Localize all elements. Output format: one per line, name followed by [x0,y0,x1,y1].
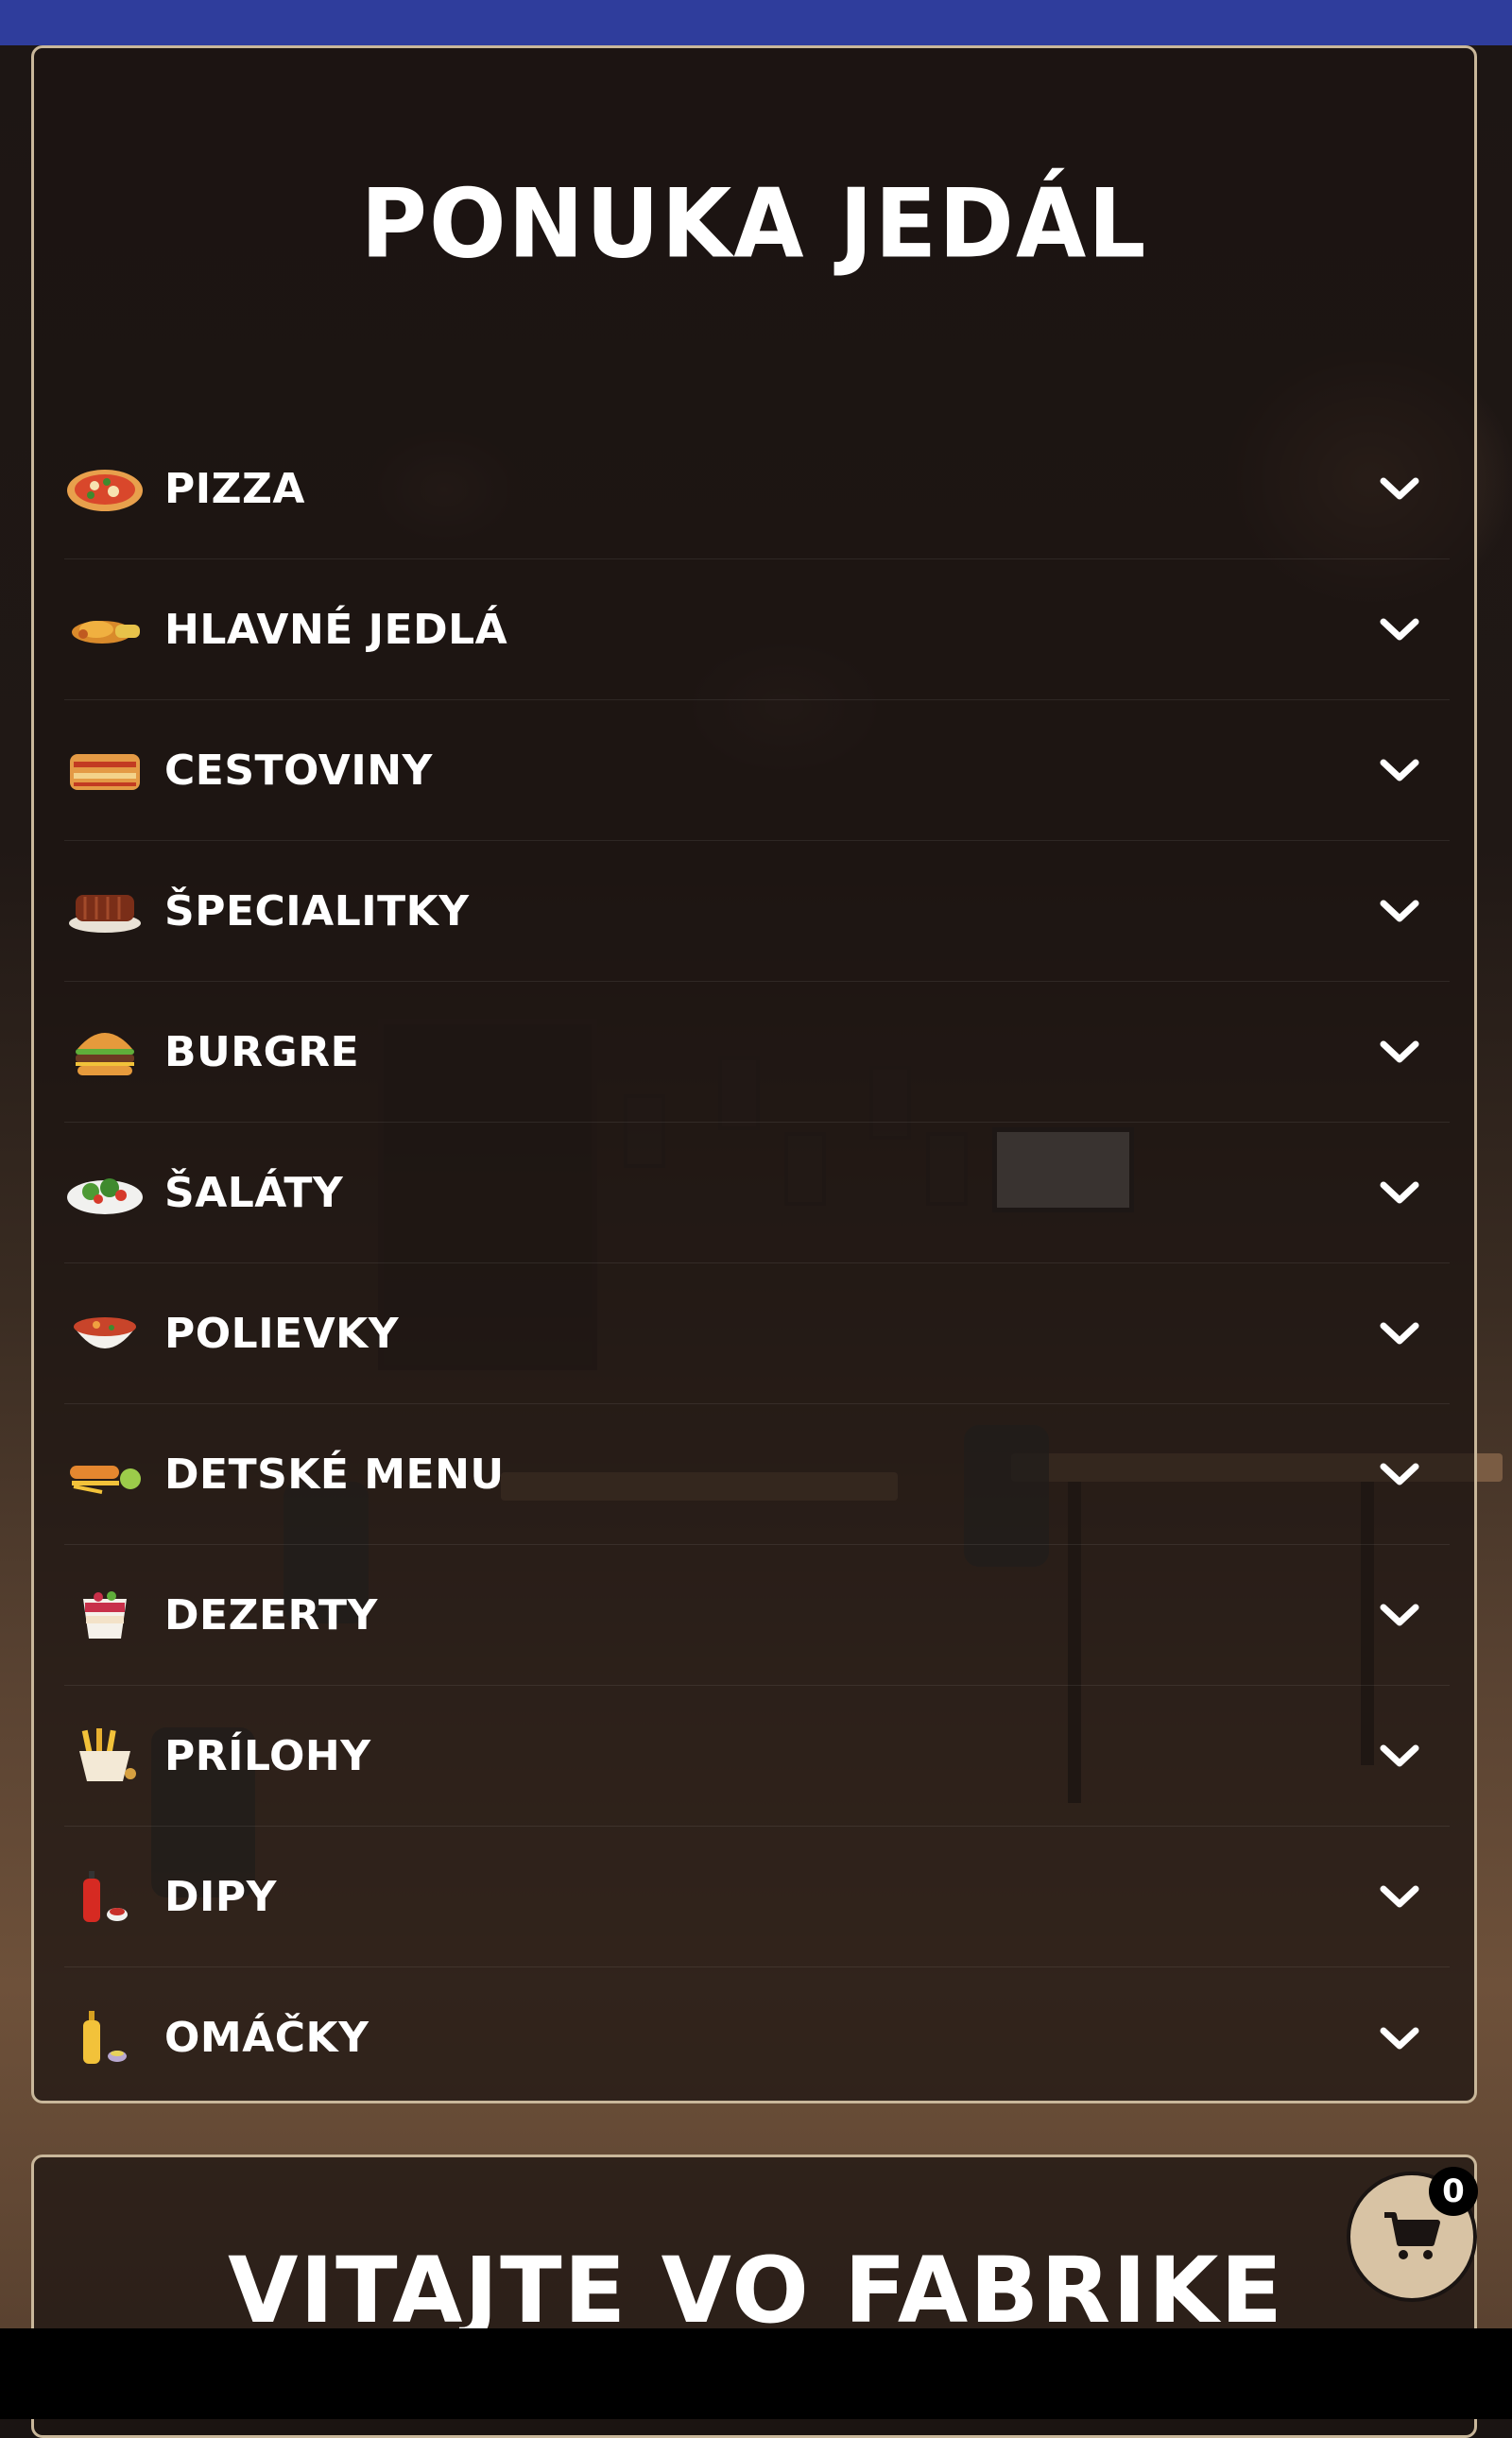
category-label: DEZERTY [164,1590,378,1640]
browser-top-bar [0,0,1512,45]
chevron-down-icon[interactable] [1378,897,1421,925]
category-dezerty[interactable]: DEZERTY [64,1545,1450,1686]
category-hlavne-jedla[interactable]: HLAVNÉ JEDLÁ [64,559,1450,700]
category-dipy[interactable]: DIPY [64,1827,1450,1967]
category-prilohy[interactable]: PRÍLOHY [64,1686,1450,1827]
chevron-down-icon[interactable] [1378,2024,1421,2052]
system-navigation-bar [0,2328,1512,2419]
ketchup-icon [83,1871,128,1922]
main-dish-icon [72,621,140,644]
category-label: PIZZA [164,464,305,513]
category-label: DIPY [164,1872,278,1921]
food-menu-panel: PONUKA JEDÁL PIZZA HLAVNÉ JEDLÁ CESTOVIN… [31,45,1477,2103]
category-salaty[interactable]: ŠALÁTY [64,1123,1450,1263]
chevron-down-icon[interactable] [1378,1882,1421,1911]
category-label: POLIEVKY [164,1309,400,1358]
kids-menu-icon [70,1466,141,1494]
mustard-icon [83,2010,127,2064]
salad-icon [67,1178,143,1214]
category-label: CESTOVINY [164,746,433,795]
dessert-icon [83,1591,127,1639]
category-specialitky[interactable]: ŠPECIALITKY [64,841,1450,982]
chevron-down-icon[interactable] [1378,474,1421,503]
soup-icon [74,1317,136,1348]
pizza-icon [67,470,143,511]
lasagna-icon [70,754,140,790]
chevron-down-icon[interactable] [1378,1601,1421,1629]
category-polievky[interactable]: POLIEVKY [64,1263,1450,1404]
category-burgre[interactable]: BURGRE [64,982,1450,1123]
cart-icon [1384,2212,1440,2259]
menu-title: PONUKA JEDÁL [360,168,1148,280]
fries-icon [79,1728,136,1781]
chevron-down-icon[interactable] [1378,1319,1421,1348]
chevron-down-icon[interactable] [1378,615,1421,644]
category-label: ŠALÁTY [164,1168,344,1217]
category-list: PIZZA HLAVNÉ JEDLÁ CESTOVINY ŠPECIALITKY… [64,419,1450,2108]
cart-count-badge: 0 [1429,2167,1478,2216]
category-label: DETSKÉ MENU [164,1450,505,1499]
category-label: ŠPECIALITKY [164,886,470,936]
category-label: HLAVNÉ JEDLÁ [164,605,508,654]
ribs-icon [69,895,141,933]
chevron-down-icon[interactable] [1378,1038,1421,1066]
chevron-down-icon[interactable] [1378,1178,1421,1207]
category-label: BURGRE [164,1027,360,1076]
chevron-down-icon[interactable] [1378,1460,1421,1488]
chevron-down-icon[interactable] [1378,1742,1421,1770]
chevron-down-icon[interactable] [1378,756,1421,784]
category-label: OMÁČKY [164,2014,369,2062]
burger-icon [76,1033,134,1075]
category-label: PRÍLOHY [164,1731,371,1780]
category-cestoviny[interactable]: CESTOVINY [64,700,1450,841]
category-pizza[interactable]: PIZZA [64,419,1450,559]
category-omacky[interactable]: OMÁČKY [64,1967,1450,2108]
category-detske-menu[interactable]: DETSKÉ MENU [64,1404,1450,1545]
